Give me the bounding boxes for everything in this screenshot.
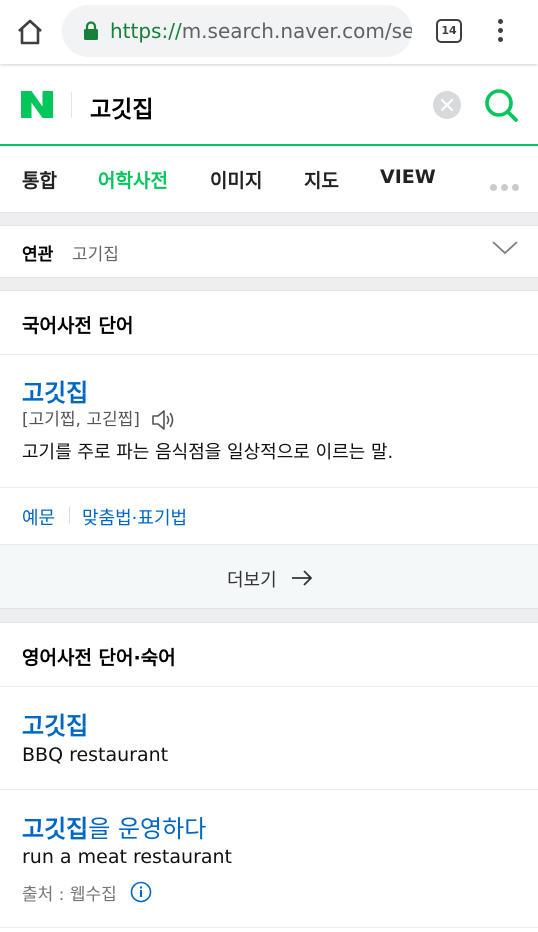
info-icon[interactable] — [130, 881, 152, 903]
logo-divider — [71, 92, 72, 118]
entry-word[interactable]: 고깃집 — [22, 706, 88, 741]
tab-map[interactable]: 지도 — [304, 166, 339, 193]
section-gap — [0, 212, 538, 226]
examples-link[interactable]: 예문 — [22, 504, 55, 530]
divider — [0, 789, 538, 790]
pronunciation: [고기찝, 고긷찝] — [22, 410, 140, 430]
idiom-meaning: run a meat restaurant — [22, 846, 233, 868]
divider — [0, 354, 538, 355]
tab-all[interactable]: 통합 — [22, 166, 57, 193]
entry-word[interactable]: 고깃집 — [22, 373, 88, 408]
speaker-icon[interactable] — [151, 409, 177, 431]
tab-view[interactable]: VIEW — [380, 166, 436, 188]
link-separator — [69, 507, 70, 524]
idiom-word[interactable]: 고깃집을 운영하다 — [22, 809, 206, 844]
idiom-word-rest: 을 운영하다 — [88, 815, 207, 843]
lock-icon — [82, 21, 100, 41]
chevron-down-icon[interactable] — [492, 240, 518, 256]
url-text: https://m.search.naver.com/se — [110, 19, 412, 43]
divider — [0, 686, 538, 687]
related-term[interactable]: 고기집 — [72, 240, 119, 265]
close-icon — [441, 99, 453, 111]
clear-search-button[interactable] — [433, 91, 461, 119]
related-searches[interactable]: 연관 고기집 — [0, 226, 538, 277]
divider — [0, 927, 538, 928]
browser-toolbar: https://m.search.naver.com/se 14 — [0, 0, 538, 64]
tab-dictionary[interactable]: 어학사전 — [98, 166, 168, 193]
more-menu-icon[interactable] — [490, 16, 510, 46]
section-gap — [0, 608, 538, 623]
search-icon — [485, 89, 518, 122]
tab-switcher-button[interactable]: 14 — [436, 19, 462, 43]
more-button[interactable]: 더보기 — [0, 544, 538, 608]
search-input[interactable]: 고깃집 — [90, 90, 153, 124]
section-gap — [0, 277, 538, 291]
section-title: 영어사전 단어·숙어 — [22, 647, 176, 669]
more-tabs-icon[interactable] — [490, 176, 526, 191]
search-header: 고깃집 — [0, 64, 538, 146]
address-bar[interactable]: https://m.search.naver.com/se — [62, 5, 412, 57]
spelling-link[interactable]: 맞춤법·표기법 — [82, 504, 187, 530]
source-label: 출처 : 웹수집 — [22, 885, 117, 905]
idiom-word-bold: 고깃집 — [22, 815, 89, 843]
related-label: 연관 — [22, 245, 54, 265]
dictionary-links: 예문 맞춤법·표기법 — [0, 488, 538, 544]
search-button[interactable] — [483, 87, 519, 123]
url-scheme: https:// — [110, 19, 182, 43]
arrow-right-icon — [291, 569, 313, 587]
definition: 고기를 주로 파는 음식점을 일상적으로 이르는 말. — [22, 442, 394, 463]
home-icon[interactable] — [12, 14, 48, 50]
tab-images[interactable]: 이미지 — [210, 166, 262, 193]
more-label: 더보기 — [227, 570, 277, 591]
category-tabs: 통합 어학사전 이미지 지도 VIEW — [0, 146, 538, 212]
section-title: 국어사전 단어 — [22, 315, 134, 337]
url-host: m.search.naver.com/se — [181, 19, 412, 43]
entry-meaning: BBQ restaurant — [22, 744, 169, 766]
naver-logo-icon[interactable] — [21, 91, 53, 118]
